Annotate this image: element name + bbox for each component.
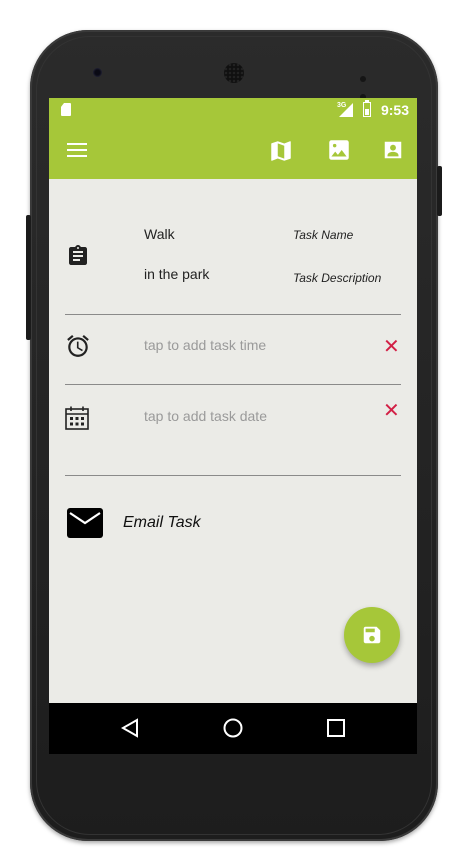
email-icon[interactable]: [67, 508, 103, 543]
battery-icon: [363, 100, 371, 117]
task-name-input[interactable]: Walk: [144, 226, 175, 242]
task-description-label: Task Description: [293, 271, 382, 285]
volume-button: [26, 215, 31, 340]
save-button[interactable]: [344, 607, 400, 663]
email-task-button[interactable]: Email Task: [123, 514, 201, 532]
home-icon[interactable]: [222, 717, 244, 744]
power-button: [437, 166, 442, 216]
front-camera: [93, 68, 102, 77]
menu-icon[interactable]: [67, 143, 87, 157]
clipboard-icon: [66, 244, 90, 273]
back-icon[interactable]: [119, 717, 141, 744]
navigation-bar: [49, 703, 417, 754]
map-icon[interactable]: [268, 138, 294, 169]
task-description-input[interactable]: in the park: [144, 266, 209, 282]
divider: [65, 384, 401, 385]
app-toolbar: [49, 122, 417, 179]
network-type: 3G: [337, 102, 347, 109]
task-date-field[interactable]: tap to add task date: [144, 408, 267, 424]
divider: [65, 475, 401, 476]
task-time-field[interactable]: tap to add task time: [144, 337, 266, 353]
status-time: 9:53: [380, 102, 409, 118]
alarm-icon: [65, 333, 91, 364]
recents-icon[interactable]: [325, 717, 347, 744]
image-icon[interactable]: [326, 137, 352, 168]
calendar-icon: [64, 405, 90, 436]
save-icon: [363, 626, 381, 644]
clear-time-button[interactable]: ✕: [383, 337, 400, 357]
status-bar: 3G 9:53: [49, 98, 417, 122]
clear-date-button[interactable]: ✕: [383, 401, 400, 421]
app-screen: 3G 9:53 Walk Task Name in the park Task …: [49, 98, 417, 754]
divider: [65, 314, 401, 315]
contact-icon[interactable]: [382, 139, 404, 166]
sd-card-icon: [61, 103, 71, 116]
task-name-label: Task Name: [293, 228, 354, 242]
earpiece-speaker: [224, 63, 244, 83]
proximity-sensors: [360, 69, 378, 100]
